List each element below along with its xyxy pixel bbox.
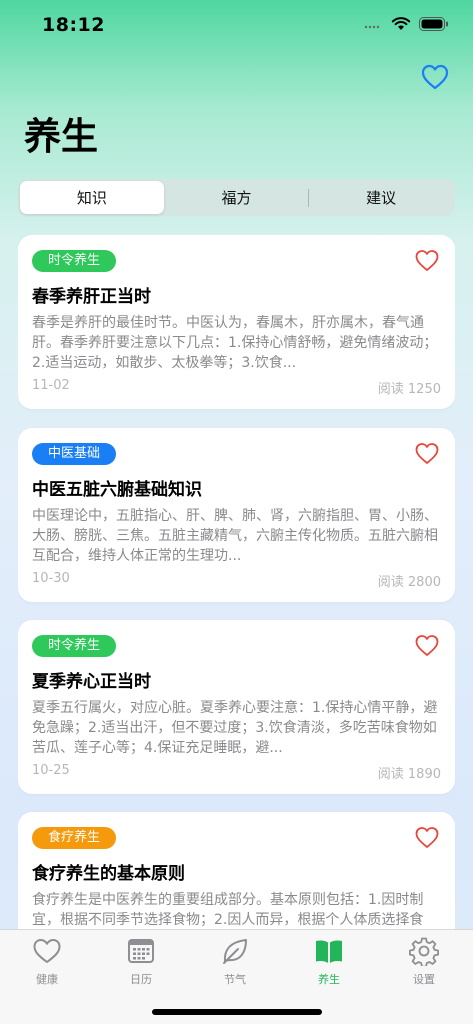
article-read-count: 阅读 1890 [377, 767, 441, 782]
segmented-control: 知识 福方 建议 [18, 179, 455, 216]
book-icon [316, 940, 342, 963]
status-time: 18:12 [42, 14, 105, 36]
tab-label: 日历 [130, 973, 152, 986]
article-date: 11-02 [32, 378, 70, 393]
status-icons [363, 17, 449, 31]
article-summary: 食疗养生是中医养生的重要组成部分。基本原则包括：1.因时制宜，根据不同季节选择食… [32, 892, 424, 928]
category-tag: 时令养生 [32, 635, 117, 657]
home-indicator [152, 1009, 322, 1015]
wifi-icon [391, 17, 411, 30]
article-read-count: 阅读 1250 [377, 382, 441, 397]
article-summary: 中医理论中，五脏指心、肝、脾、肺、肾，六腑指胆、胃、小肠、大肠、膀胱、三焦。五脏… [32, 508, 438, 564]
heart-icon[interactable] [415, 249, 439, 273]
leaf-icon [223, 939, 247, 964]
article-title: 中医五脏六腑基础知识 [32, 480, 202, 500]
tab-wellness[interactable]: 养生 [299, 936, 359, 990]
category-tag: 时令养生 [32, 250, 117, 272]
category-tag: 中医基础 [32, 443, 117, 465]
article-card[interactable]: 时令养生 夏季养心正当时 夏季五行属火，对应心脏。夏季养心要注意：1.保持心情平… [18, 620, 455, 794]
segment-prescriptions[interactable]: 福方 [165, 181, 309, 214]
status-bar: 18:12 [0, 0, 473, 54]
heart-icon[interactable] [415, 442, 439, 466]
tab-calendar[interactable]: 日历 [111, 936, 171, 990]
article-list: 时令养生 春季养肝正当时 春季是养肝的最佳时节。中医认为，春属木，肝亦属木，春气… [18, 235, 455, 929]
article-date: 10-30 [32, 571, 70, 586]
heart-icon[interactable] [415, 634, 439, 658]
battery-icon [419, 17, 448, 31]
segment-knowledge[interactable]: 知识 [20, 181, 164, 214]
tab-label: 健康 [36, 973, 58, 986]
gear-icon [409, 937, 439, 966]
tab-health[interactable]: 健康 [17, 936, 77, 990]
article-title: 春季养肝正当时 [32, 287, 151, 307]
article-title: 食疗养生的基本原则 [32, 864, 185, 884]
segment-advice[interactable]: 建议 [309, 181, 453, 214]
article-card[interactable]: 食疗养生 食疗养生的基本原则 食疗养生是中医养生的重要组成部分。基本原则包括：1… [18, 812, 455, 929]
heart-icon[interactable] [415, 826, 439, 850]
tab-label: 设置 [413, 973, 435, 986]
article-title: 夏季养心正当时 [32, 672, 151, 692]
article-read-count: 阅读 2800 [377, 575, 441, 590]
tab-settings[interactable]: 设置 [394, 936, 454, 990]
article-summary: 春季是养肝的最佳时节。中医认为，春属木，肝亦属木，春气通肝。春季养肝要注意以下几… [32, 315, 438, 371]
page-title: 养生 [24, 115, 98, 158]
heart-icon [33, 939, 61, 963]
article-date: 10-25 [32, 763, 70, 778]
calendar-icon [128, 939, 154, 963]
tab-label: 养生 [318, 973, 340, 986]
segment-label: 建议 [366, 189, 397, 207]
category-tag: 食疗养生 [32, 827, 117, 849]
tab-solar-terms[interactable]: 节气 [205, 936, 265, 990]
segment-label: 知识 [76, 189, 107, 207]
segment-label: 福方 [221, 189, 252, 207]
article-card[interactable]: 时令养生 春季养肝正当时 春季是养肝的最佳时节。中医认为，春属木，肝亦属木，春气… [18, 235, 455, 409]
signal-icon [364, 25, 380, 29]
favorites-heart-icon[interactable] [421, 64, 449, 90]
article-summary: 夏季五行属火，对应心脏。夏季养心要注意：1.保持心情平静，避免急躁；2.适当出汗… [32, 700, 438, 756]
article-card[interactable]: 中医基础 中医五脏六腑基础知识 中医理论中，五脏指心、肝、脾、肺、肾，六腑指胆、… [18, 428, 455, 602]
tab-label: 节气 [224, 973, 246, 986]
